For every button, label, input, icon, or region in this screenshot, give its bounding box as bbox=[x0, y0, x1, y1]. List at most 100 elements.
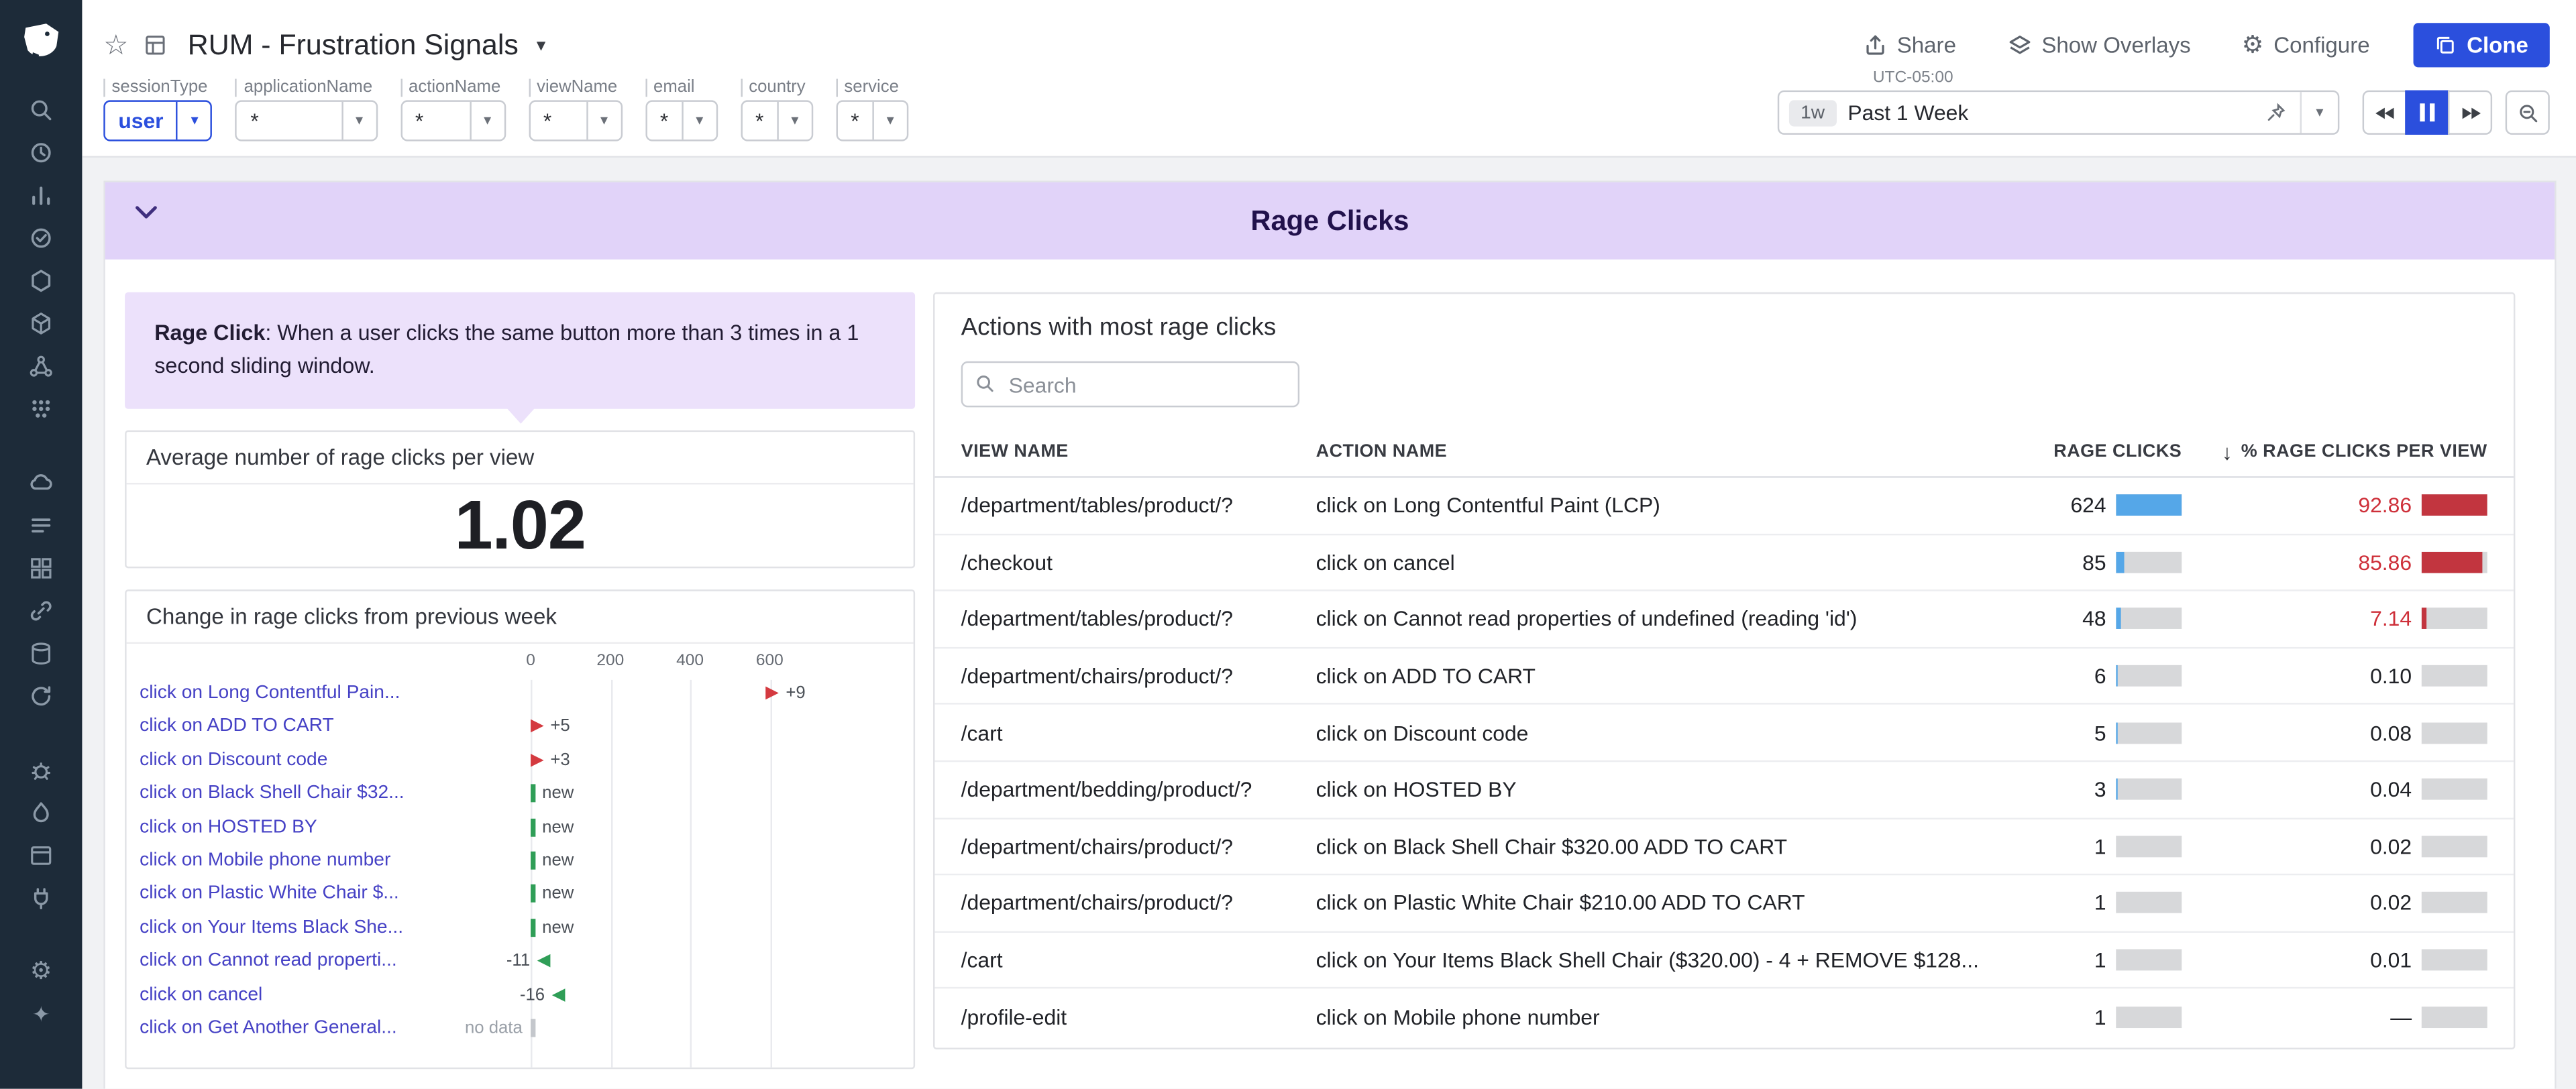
monitors-icon[interactable] bbox=[19, 223, 62, 251]
dashboard-body: Rage Clicks Rage Click: When a user clic… bbox=[82, 158, 2576, 1089]
chevron-down-icon[interactable]: ▾ bbox=[341, 102, 376, 139]
time-skip-group bbox=[2363, 91, 2492, 135]
chevron-down-icon[interactable]: ▾ bbox=[777, 102, 811, 139]
filter-value-box[interactable]: *▾ bbox=[400, 100, 506, 141]
filter-value-box[interactable]: *▾ bbox=[645, 100, 718, 141]
configure-button[interactable]: ⚙ Configure bbox=[2242, 32, 2370, 57]
chevron-down-icon[interactable]: ▾ bbox=[682, 102, 716, 139]
databases-icon[interactable] bbox=[19, 639, 62, 667]
filter-value-box[interactable]: *▾ bbox=[529, 100, 623, 141]
increase-marker-icon bbox=[766, 687, 780, 700]
col-header-rage-clicks[interactable]: RAGE CLICKS bbox=[2021, 442, 2182, 461]
ci-cd-icon[interactable] bbox=[19, 681, 62, 709]
change-value: no data bbox=[465, 1018, 523, 1037]
view-name-cell: /cart bbox=[961, 720, 1316, 745]
logs-icon[interactable] bbox=[19, 511, 62, 539]
pct-rage-clicks-value: — bbox=[2182, 1005, 2412, 1029]
datadog-logo-icon[interactable] bbox=[13, 13, 69, 69]
action-link[interactable]: click on HOSTED BY bbox=[140, 817, 531, 837]
chart-row: click on Mobile phone numbernew bbox=[140, 844, 904, 877]
axis-tick-label: 0 bbox=[526, 652, 535, 670]
action-link[interactable]: click on Long Contentful Pain... bbox=[140, 683, 531, 703]
apm-icon[interactable] bbox=[19, 596, 62, 624]
table-row[interactable]: /checkoutclick on cancel8585.86 bbox=[934, 534, 2513, 591]
skip-forward-button[interactable] bbox=[2448, 91, 2492, 135]
integrations-icon[interactable] bbox=[19, 884, 62, 912]
table-row[interactable]: /department/tables/product/?click on Lon… bbox=[934, 478, 2513, 535]
chart-row: click on Get Another General...no data bbox=[140, 1011, 904, 1045]
collapse-chevron-icon[interactable] bbox=[135, 205, 158, 220]
sparkle-icon[interactable]: ✦ bbox=[19, 1000, 62, 1028]
action-name-cell: click on Plastic White Chair $210.00 ADD… bbox=[1316, 891, 2021, 915]
watchdog-icon[interactable] bbox=[19, 138, 62, 166]
axis-tick-label: 400 bbox=[676, 652, 704, 670]
chevron-down-icon[interactable]: ▾ bbox=[470, 102, 504, 139]
search-input[interactable] bbox=[961, 361, 1299, 408]
time-chevron-down-icon[interactable]: ▾ bbox=[2300, 92, 2338, 133]
favorite-star-icon[interactable]: ☆ bbox=[103, 30, 128, 58]
clone-button[interactable]: Clone bbox=[2414, 22, 2550, 66]
processes-icon[interactable] bbox=[19, 394, 62, 422]
chart-row-plot: +9 bbox=[531, 677, 904, 710]
dashboards-icon[interactable] bbox=[19, 553, 62, 581]
metrics-icon[interactable] bbox=[19, 180, 62, 209]
filter-value-box[interactable]: user▾ bbox=[103, 100, 213, 141]
serverless-icon[interactable] bbox=[19, 468, 62, 496]
pct-rage-clicks-bar bbox=[2422, 552, 2487, 573]
infrastructure-icon[interactable] bbox=[19, 266, 62, 294]
col-header-action-name[interactable]: ACTION NAME bbox=[1316, 442, 2021, 461]
filter-value-box[interactable]: *▾ bbox=[741, 100, 813, 141]
error-tracking-icon[interactable] bbox=[19, 756, 62, 784]
table-row[interactable]: /cartclick on Your Items Black Shell Cha… bbox=[934, 932, 2513, 989]
table-row[interactable]: /department/bedding/product/?click on HO… bbox=[934, 762, 2513, 819]
action-name-cell: click on Cannot read properties of undef… bbox=[1316, 607, 2021, 632]
rum-icon[interactable] bbox=[19, 841, 62, 869]
settings-icon[interactable]: ⚙ bbox=[19, 958, 62, 986]
table-row[interactable]: /department/tables/product/?click on Can… bbox=[934, 591, 2513, 648]
table-row[interactable]: /department/chairs/product/?click on Bla… bbox=[934, 819, 2513, 876]
chart-row-plot: +3 bbox=[531, 744, 904, 777]
search-icon[interactable] bbox=[19, 95, 62, 123]
action-link[interactable]: click on Your Items Black She... bbox=[140, 918, 531, 937]
action-link[interactable]: click on cancel bbox=[140, 984, 531, 1004]
overlays-icon bbox=[2007, 32, 2032, 57]
pct-rage-clicks-bar bbox=[2422, 893, 2487, 914]
action-link[interactable]: click on Mobile phone number bbox=[140, 851, 531, 870]
containers-icon[interactable] bbox=[19, 308, 62, 337]
datadog-rum-dashboard: ⚙ ✦ ☆ RUM - Frustration Signals ▾ Share … bbox=[0, 0, 2576, 1089]
rage-clicks-bar bbox=[2116, 495, 2182, 516]
filter-value-box[interactable]: *▾ bbox=[836, 100, 908, 141]
chevron-down-icon[interactable]: ▾ bbox=[872, 102, 906, 139]
action-link[interactable]: click on Plastic White Chair $... bbox=[140, 884, 531, 904]
table-row[interactable]: /department/chairs/product/?click on Pla… bbox=[934, 876, 2513, 933]
increase-marker-icon bbox=[531, 720, 544, 734]
network-icon[interactable] bbox=[19, 351, 62, 380]
table-row[interactable]: /department/chairs/product/?click on ADD… bbox=[934, 648, 2513, 705]
title-chevron-down-icon[interactable]: ▾ bbox=[537, 34, 546, 55]
filter-value-box[interactable]: *▾ bbox=[235, 100, 377, 141]
share-button[interactable]: Share bbox=[1862, 32, 1956, 57]
col-header-view-name[interactable]: VIEW NAME bbox=[961, 442, 1316, 461]
col-header-pct-rage-clicks[interactable]: ↓% RAGE CLICKS PER VIEW bbox=[2182, 439, 2487, 464]
rage-clicks-bar bbox=[2116, 950, 2182, 971]
time-range-picker[interactable]: 1w Past 1 Week ▾ bbox=[1778, 91, 2340, 135]
table-body: /department/tables/product/?click on Lon… bbox=[934, 478, 2513, 1045]
chevron-down-icon[interactable]: ▾ bbox=[176, 102, 211, 139]
pin-icon[interactable] bbox=[2265, 102, 2287, 123]
action-link[interactable]: click on Cannot read properti... bbox=[140, 951, 531, 970]
filter-applicationName: applicationName*▾ bbox=[235, 79, 377, 141]
skip-backward-button[interactable] bbox=[2363, 91, 2407, 135]
action-link[interactable]: click on ADD TO CART bbox=[140, 717, 531, 736]
action-link[interactable]: click on Discount code bbox=[140, 750, 531, 770]
view-name-cell: /cart bbox=[961, 948, 1316, 972]
pause-button[interactable] bbox=[2405, 91, 2449, 135]
action-link[interactable]: click on Black Shell Chair $32... bbox=[140, 784, 531, 803]
chevron-down-icon[interactable]: ▾ bbox=[586, 102, 621, 139]
show-overlays-button[interactable]: Show Overlays bbox=[2007, 32, 2191, 57]
action-name-cell: click on Mobile phone number bbox=[1316, 1005, 2021, 1029]
new-marker-icon bbox=[531, 885, 535, 903]
table-row[interactable]: /cartclick on Discount code50.08 bbox=[934, 705, 2513, 762]
profiling-icon[interactable] bbox=[19, 798, 62, 826]
zoom-out-button[interactable] bbox=[2506, 91, 2550, 135]
table-row[interactable]: /profile-editclick on Mobile phone numbe… bbox=[934, 989, 2513, 1044]
